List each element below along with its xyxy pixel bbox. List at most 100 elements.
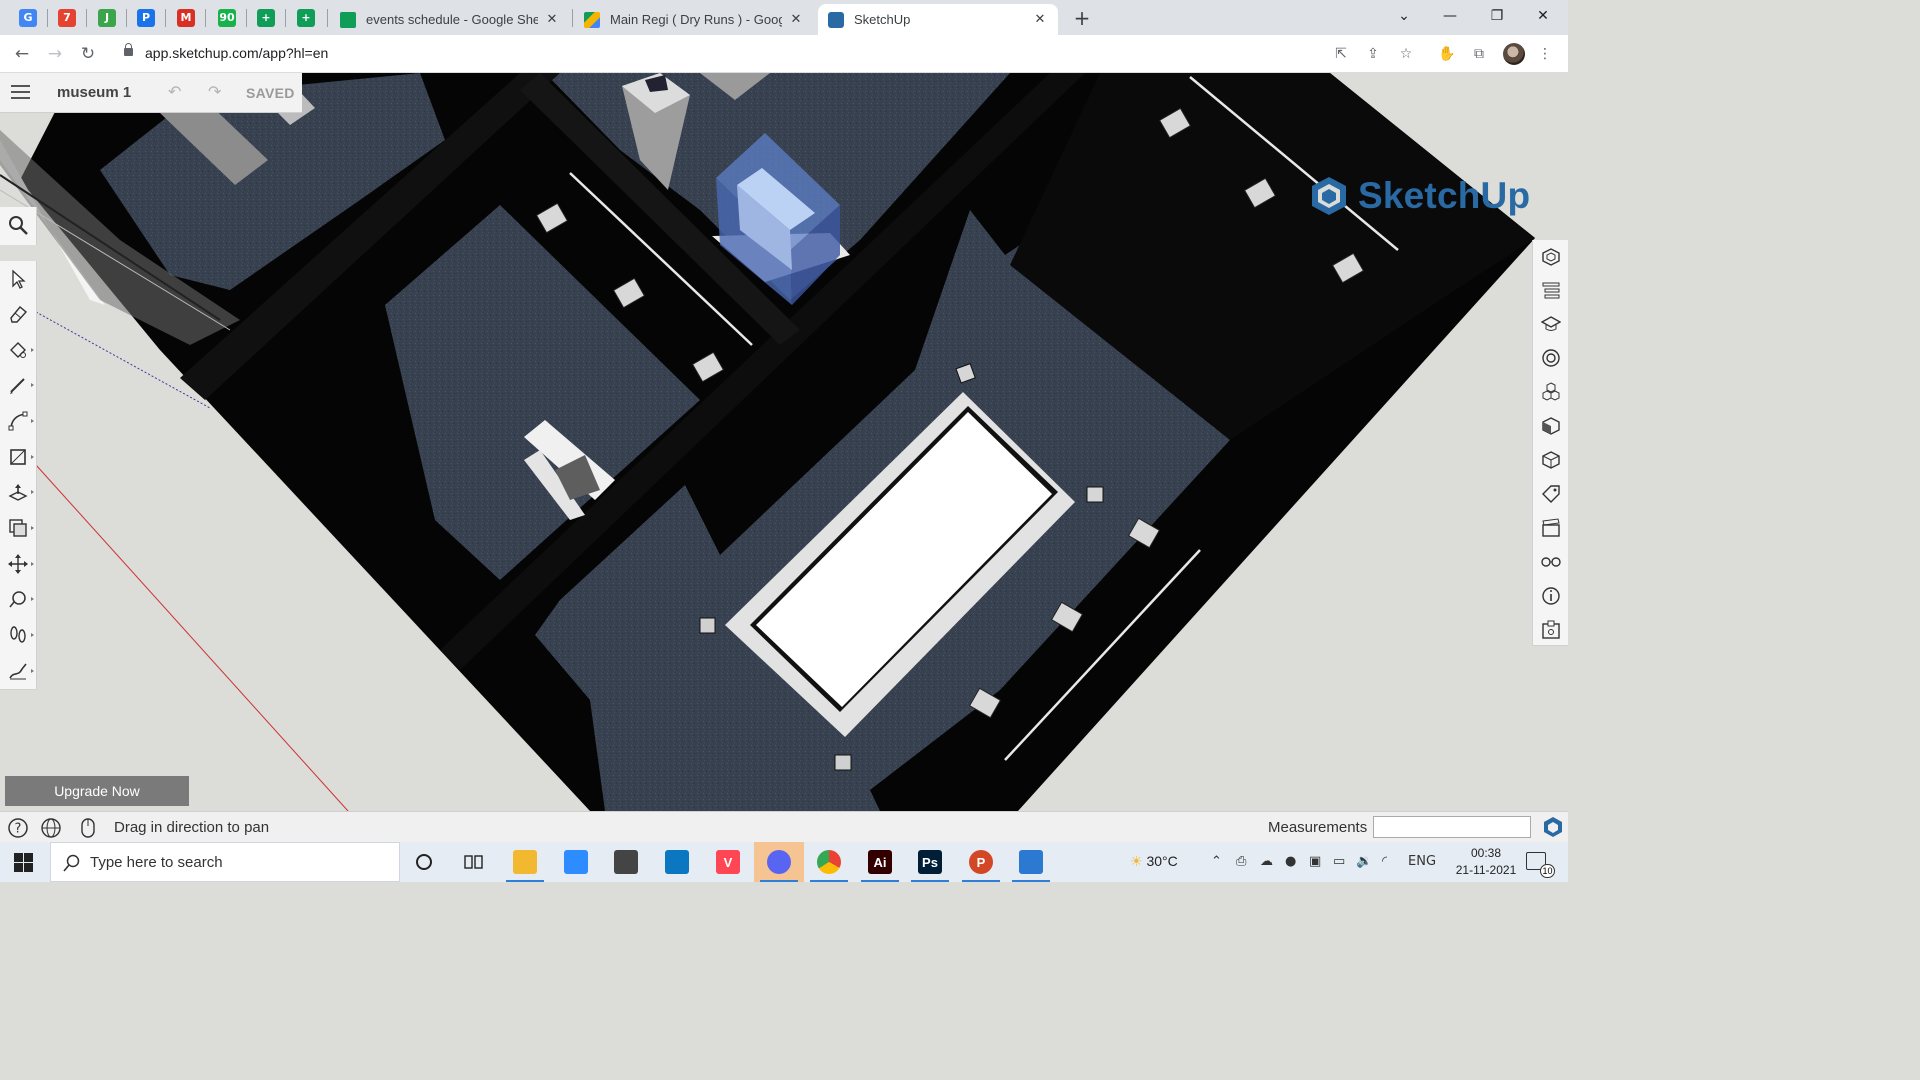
weather-widget[interactable]: ☀ 30°C [1130, 853, 1178, 870]
new-tab-button[interactable]: + [1070, 6, 1094, 30]
undo-icon[interactable]: ↶ [168, 82, 181, 101]
taskbar-search-box[interactable]: Type here to search [50, 842, 400, 882]
tags-panel-button[interactable] [1533, 479, 1569, 509]
sheets-icon: + [257, 8, 275, 27]
taskbar-app[interactable] [1006, 842, 1056, 882]
components-panel-button[interactable] [1533, 377, 1569, 407]
upgrade-now-button[interactable]: Upgrade Now [5, 776, 189, 806]
display-panel-button[interactable] [1533, 445, 1569, 475]
model-name[interactable]: museum 1 [57, 84, 131, 101]
pinned-tab[interactable]: P [129, 4, 163, 31]
volume-icon[interactable]: 🔉 [1356, 854, 1372, 869]
system-clock[interactable]: 00:38 21-11-2021 [1446, 845, 1526, 879]
forward-arrow-icon[interactable]: → [43, 42, 67, 66]
wifi-icon[interactable]: ◜ [1382, 854, 1387, 869]
select-tool[interactable] [0, 263, 37, 295]
minimize-button[interactable]: — [1427, 0, 1473, 33]
styles-cube-icon [1542, 417, 1560, 435]
pinned-tab[interactable]: + [249, 4, 283, 31]
rectangle-tool[interactable] [0, 441, 37, 473]
microphone-icon[interactable]: ● [1285, 854, 1296, 869]
instructor-panel-button[interactable] [1533, 309, 1569, 339]
cortana-icon[interactable] [414, 852, 434, 872]
pinned-tab[interactable]: + [289, 4, 323, 31]
viewer-panel-button[interactable] [1533, 547, 1569, 577]
tab-search-button[interactable]: ⌄ [1381, 0, 1427, 33]
entity-info-panel-button[interactable] [1533, 242, 1569, 272]
push-pull-tool[interactable] [0, 476, 37, 508]
walk-tool[interactable] [0, 619, 37, 651]
meet-now-icon[interactable]: ⎙ [1236, 854, 1246, 869]
eraser-tool[interactable] [0, 298, 37, 330]
extensions-panel-button[interactable] [1533, 615, 1569, 645]
arc-icon [8, 411, 28, 431]
close-tab-icon[interactable]: ✕ [788, 12, 804, 27]
tab-sketchup[interactable]: SketchUp ✕ [818, 4, 1058, 35]
sketchup-viewport[interactable]: SketchUp Upgrade Now [0, 73, 1568, 811]
taskbar-app[interactable]: V [703, 842, 753, 882]
help-icon[interactable]: ? [7, 817, 29, 839]
taskbar-app[interactable] [551, 842, 601, 882]
globe-icon[interactable] [40, 817, 62, 839]
pinned-tab[interactable]: 90 [210, 4, 244, 31]
windows-start-icon[interactable] [14, 853, 33, 872]
close-window-button[interactable]: ✕ [1520, 0, 1566, 33]
language-indicator[interactable]: ENG [1408, 854, 1436, 869]
close-tab-icon[interactable]: ✕ [1032, 12, 1048, 27]
taskbar-app[interactable]: Ps [905, 842, 955, 882]
profile-avatar[interactable] [1503, 43, 1525, 65]
measurements-input[interactable] [1373, 816, 1531, 838]
search-tool[interactable] [0, 207, 37, 245]
menu-hamburger-icon[interactable] [11, 85, 30, 99]
omnibox[interactable]: app.sketchup.com/app?hl=en [112, 39, 1424, 69]
reload-icon[interactable]: ↻ [76, 42, 100, 66]
redo-icon[interactable]: ↷ [208, 82, 221, 101]
close-tab-icon[interactable]: ✕ [544, 12, 560, 27]
taskbar-app[interactable]: P [956, 842, 1006, 882]
offset-tool[interactable] [0, 512, 37, 544]
onedrive-icon[interactable]: ☁ [1260, 854, 1273, 869]
freehand-tool[interactable] [0, 655, 37, 687]
materials-panel-button[interactable] [1533, 343, 1569, 373]
open-in-app-icon[interactable]: ⇱ [1331, 44, 1351, 64]
taskbar-app[interactable] [652, 842, 702, 882]
url-text[interactable]: app.sketchup.com/app?hl=en [145, 45, 328, 61]
restore-button[interactable]: ❐ [1474, 0, 1520, 33]
taskbar-app[interactable] [601, 842, 651, 882]
more-menu-icon[interactable]: ⋮ [1535, 44, 1555, 64]
pinned-tab[interactable]: J [90, 4, 124, 31]
tray-overflow-icon[interactable]: ⌃ [1211, 854, 1222, 869]
sketchup-small-logo-icon[interactable] [1542, 816, 1564, 838]
arrow-cursor-icon [12, 269, 26, 289]
mouse-icon[interactable] [77, 817, 99, 839]
tab-events-schedule[interactable]: events schedule - Google Sheets ✕ [330, 4, 570, 35]
taskbar-app[interactable] [804, 842, 854, 882]
taskbar-app[interactable] [500, 842, 550, 882]
extension-hand-icon[interactable]: ✋ [1437, 44, 1457, 64]
tab-main-regi[interactable]: Main Regi ( Dry Runs ) - Google D ✕ [574, 4, 814, 35]
outliner-panel-button[interactable] [1533, 275, 1569, 305]
device-icon[interactable]: ▣ [1309, 854, 1321, 869]
extensions-puzzle-icon[interactable]: ⧉ [1469, 44, 1489, 64]
line-tool[interactable] [0, 369, 37, 401]
taskbar-app[interactable] [754, 842, 804, 882]
arc-tool[interactable] [0, 405, 37, 437]
battery-icon[interactable]: ▭ [1333, 854, 1345, 869]
taskbar-app[interactable]: Ai [855, 842, 905, 882]
clock-date: 21-11-2021 [1455, 863, 1517, 877]
pinned-tab[interactable]: G [11, 4, 45, 31]
styles-panel-button[interactable] [1533, 411, 1569, 441]
model-info-panel-button[interactable] [1533, 581, 1569, 611]
scenes-panel-button[interactable] [1533, 513, 1569, 543]
bookmark-star-icon[interactable]: ☆ [1396, 44, 1416, 64]
paint-bucket-tool[interactable] [0, 334, 37, 366]
app-icon-green: J [98, 8, 116, 27]
pinned-tab[interactable]: M [169, 4, 203, 31]
share-icon[interactable]: ⇪ [1363, 44, 1383, 64]
back-arrow-icon[interactable]: ← [10, 42, 34, 66]
freehand-icon [9, 663, 27, 680]
task-view-icon[interactable] [464, 852, 484, 872]
pinned-tab[interactable]: 7 [50, 4, 84, 31]
move-tool[interactable] [0, 548, 37, 580]
tape-measure-tool[interactable] [0, 583, 37, 615]
